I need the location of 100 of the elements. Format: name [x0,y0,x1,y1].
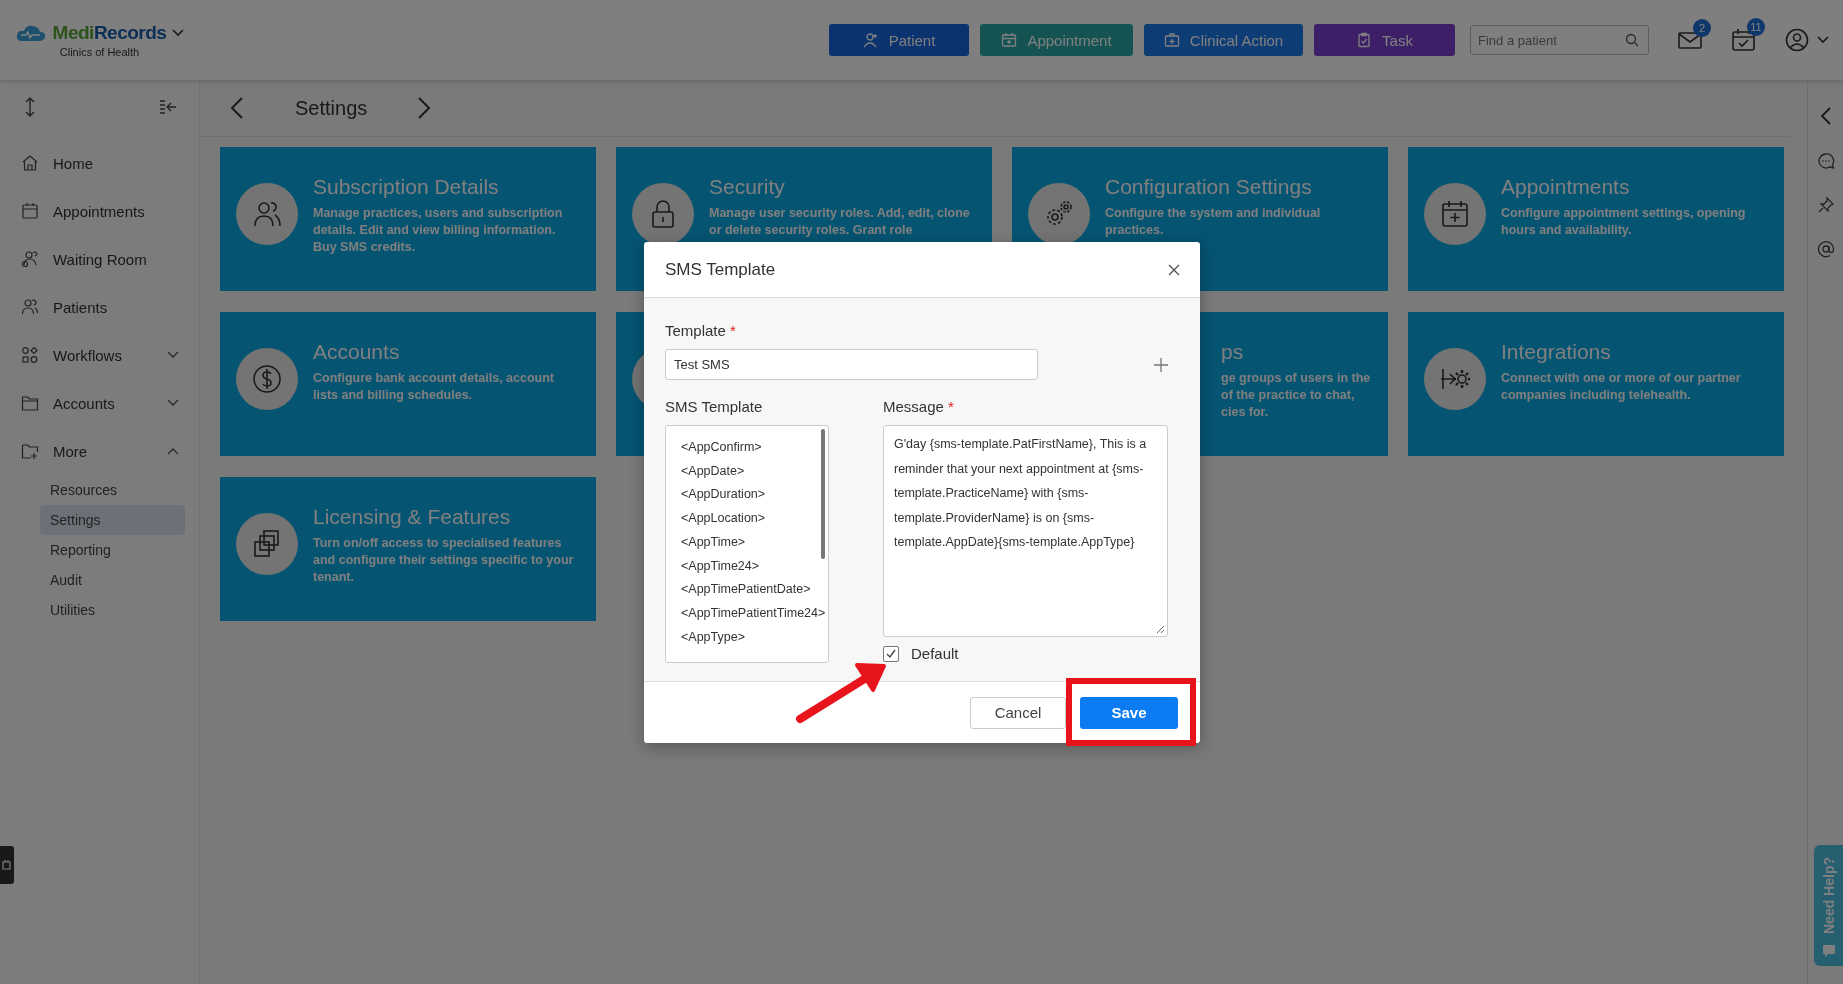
sidebar-item[interactable]: Workflows [0,331,199,379]
calendar-plus-icon [1439,198,1471,230]
sidebar-subitem[interactable]: Audit [40,565,185,595]
placeholder-item[interactable]: <AppTimePatientTime24> [681,601,826,626]
checkbox-label: Default [911,645,959,662]
card-title: Appointments [1501,175,1630,199]
card-description: Configure appointment settings, opening [1501,205,1746,222]
card-description: companies including telehealth. [1501,387,1691,404]
card-title: Subscription Details [313,175,499,199]
scrollbar-thumb[interactable] [821,429,825,559]
sidebar-item[interactable]: Accounts [0,379,199,427]
card-description: Turn on/off access to specialised features [313,535,562,552]
people-icon [21,250,39,268]
logo-text[interactable]: MediRecords [52,22,167,44]
dialog-title: SMS Template [665,259,776,280]
card-description: practices. [1105,222,1164,239]
chevron-down-icon[interactable] [1817,36,1829,44]
sidebar-item[interactable]: Appointments [0,187,199,235]
card-description: and configure their settings specific to your [313,552,574,569]
notification-count: 11 [1747,18,1765,36]
quick-action-button[interactable]: Task [1314,24,1455,56]
settings-card[interactable]: Subscription Details Manage practices, users and subscription details. Edit and view billing information. Buy SMS credits. [220,147,596,291]
field-label: SMS Template [665,398,764,415]
card-description: details. Edit and view billing information. [313,222,556,239]
field-label: Template * [665,322,737,339]
settings-card[interactable]: Integrations Connect with one or more of our partner companies including telehealth. [1408,312,1784,456]
notification-count: 2 [1693,19,1711,37]
search-icon[interactable] [1625,33,1639,47]
chevron-left-icon[interactable] [1819,106,1832,126]
sidebar-subitem[interactable]: Settings [40,505,185,535]
placeholder-item[interactable]: <AppTimePatientDate> [681,578,811,602]
close-icon[interactable] [1168,263,1180,276]
sidebar-item[interactable]: Home [0,139,199,187]
save-button[interactable]: Save [1080,696,1178,729]
shapes-icon [21,346,39,364]
placeholder-item[interactable]: <AppLocation> [681,507,766,531]
sidebar-subitem[interactable]: Reporting [40,535,185,565]
card-description: hours and availability. [1501,222,1632,239]
settings-card[interactable]: Appointments Configure appointment settings, opening hours and availability. [1408,147,1784,291]
card-description: Connect with one or more of our partner [1501,370,1741,387]
card-description: Buy SMS credits. [313,239,416,256]
placeholder-item[interactable]: <AppType> [681,625,745,650]
sidebar-item[interactable]: Waiting Room [0,235,199,283]
quick-action-button[interactable]: Clinical Action [1144,24,1303,56]
clipboard-check-icon [1356,32,1373,48]
sidebar-subitem[interactable]: Utilities [40,595,185,625]
resize-grip-icon[interactable] [1156,625,1165,634]
at-sign-icon[interactable] [1816,240,1835,258]
chevron-down-icon[interactable] [167,399,179,407]
card-description: tenant. [313,569,354,586]
card-description: Configure the system and individual [1105,205,1321,222]
expand-vertical-icon[interactable] [24,97,36,117]
template-name-field[interactable]: Test SMS [665,349,1038,380]
settings-card[interactable]: Accounts Configure bank account details, account lists and billing schedules. [220,312,596,456]
chat-bubble-icon[interactable] [1816,152,1835,170]
card-title: Licensing & Features [313,505,511,529]
chevron-down-icon[interactable] [172,29,185,37]
clinic-name: Clinics of Health [59,46,140,58]
message-field[interactable]: G'day {sms-template.PatFirstName}, This is a reminder that your next appointment at {sms-template.PracticeName} with {sms-template.ProviderName} is on {sms-template.AppDate}{sms-template.AppType} [883,425,1168,637]
placeholder-item[interactable]: <AppTime> [681,530,746,555]
chevron-right-icon[interactable] [417,96,432,120]
user-avatar-icon[interactable] [1785,28,1809,52]
pin-icon[interactable] [1816,196,1835,214]
medical-bag-icon [1163,32,1180,48]
search-field[interactable]: Find a patient [1470,25,1649,55]
chevron-up-icon[interactable] [167,447,179,455]
card-description: Configure bank account details, account [313,370,554,387]
side-tab[interactable] [0,846,14,884]
chevron-left-icon[interactable] [230,96,244,120]
tray-icon[interactable] [2,859,12,871]
placeholder-item[interactable]: <AppConfirm> [681,436,762,460]
person-plus-icon [862,32,879,48]
default-checkbox[interactable] [883,645,899,662]
card-description: lists and billing schedules. [313,387,473,404]
chevron-down-icon[interactable] [167,351,179,359]
field-label: Message * [883,398,955,415]
card-title: Security [709,175,785,199]
dollar-coin-icon [251,363,283,395]
cancel-button[interactable]: Cancel [970,696,1066,729]
home-icon [21,154,39,172]
collapse-menu-icon[interactable] [159,100,177,114]
plus-icon[interactable] [1153,356,1169,373]
card-description: of the practice to chat, [1221,387,1355,404]
placeholder-item[interactable]: <AppTime24> [681,554,760,579]
sidebar-subitem[interactable]: Resources [40,475,185,505]
card-description: or delete security roles. Grant role [709,222,913,239]
folder-icon [21,394,39,412]
card-title: Configuration Settings [1105,175,1312,199]
placeholder-item[interactable]: <AppDate> [681,459,745,484]
card-description: ge groups of users in the [1221,370,1371,387]
sidebar-item[interactable]: More [0,427,199,475]
quick-action-button[interactable]: Patient [829,24,969,56]
placeholder-item[interactable]: <AppDuration> [681,483,766,508]
cloud-logo-icon [14,23,47,43]
card-description: Manage user security roles. Add, edit, clone [709,205,970,222]
sidebar-item[interactable]: Patients [0,283,199,331]
calendar-plus-icon [1001,32,1018,48]
folder-plus-icon [21,442,39,460]
settings-card[interactable]: Licensing & Features Turn on/off access to specialised features and configure their settings specific to your tenant. [220,477,596,621]
quick-action-button[interactable]: Appointment [980,24,1133,56]
